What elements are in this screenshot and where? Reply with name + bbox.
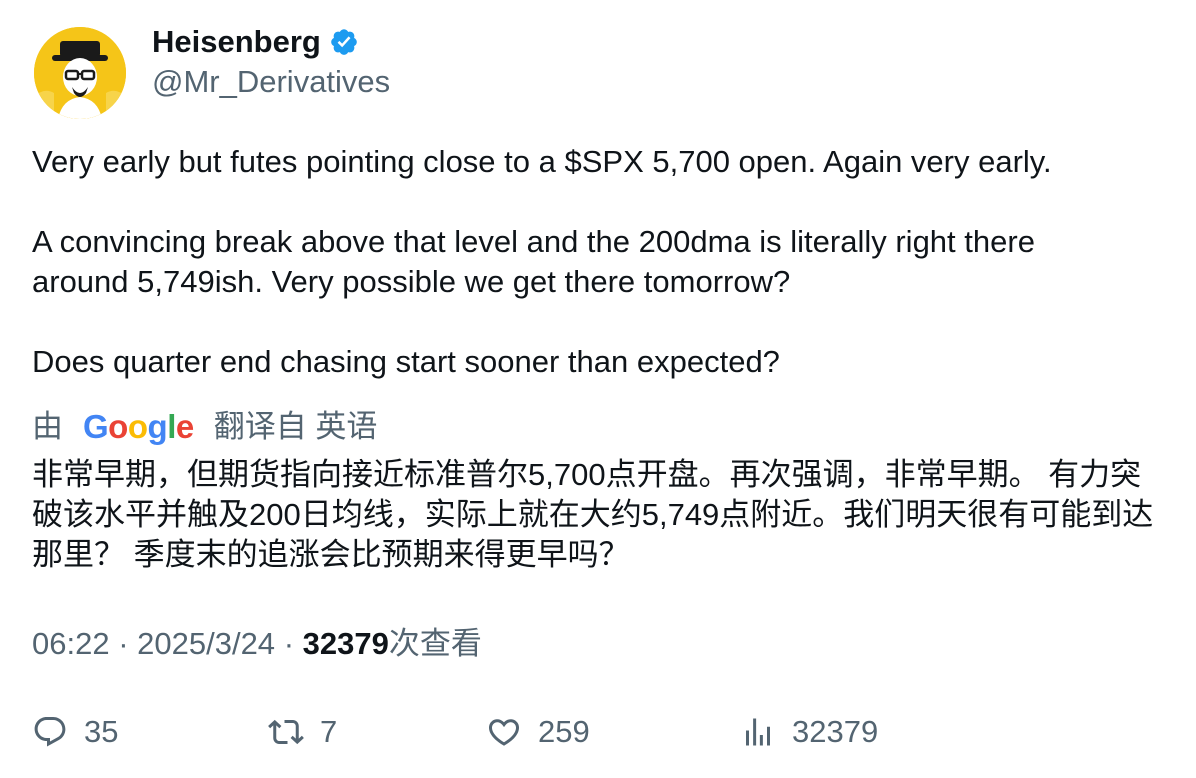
translation-suffix: 翻译自 英语 [213, 409, 378, 444]
translated-text: 非常早期，但期货指向接近标准普尔5,700点开盘。再次强调，非常早期。 有力突破… [32, 457, 1154, 572]
tweet-paragraph: Does quarter end chasing start sooner th… [32, 344, 780, 379]
retweet-icon [268, 719, 304, 745]
heart-icon [488, 719, 520, 746]
translation-attribution[interactable]: 由 Google 翻译自 英语 [32, 407, 377, 447]
tweet-paragraph: A convincing break above that level and … [32, 224, 1035, 299]
views-count: 32379 [792, 714, 879, 749]
author-name[interactable]: Heisenberg [152, 24, 359, 60]
google-logo: Google [83, 408, 194, 445]
action-bar: 35 7 259 32379 [32, 710, 1172, 754]
reply-icon [34, 717, 66, 747]
like-button[interactable]: 259 [486, 710, 590, 754]
retweet-count: 7 [320, 714, 338, 749]
avatar[interactable] [34, 27, 126, 119]
separator: · [118, 626, 138, 661]
verified-badge-icon[interactable] [329, 27, 359, 57]
tweet-text: Very early but futes pointing close to a… [32, 142, 1172, 382]
view-count-label: 次查看 [388, 626, 482, 661]
author-handle[interactable]: @Mr_Derivatives [152, 64, 390, 100]
retweet-button[interactable]: 7 [268, 710, 337, 754]
reply-count: 35 [84, 714, 119, 749]
reply-button[interactable]: 35 [32, 710, 118, 754]
tweet-date[interactable]: 2025/3/24 [137, 626, 275, 661]
tweet-meta: 06:22 · 2025/3/24 · 32379次查看 [32, 624, 482, 664]
analytics-icon [746, 718, 770, 746]
tweet-paragraph: Very early but futes pointing close to a… [32, 144, 1052, 179]
view-count: 32379 [302, 626, 389, 661]
separator: · [283, 626, 303, 661]
tweet-time[interactable]: 06:22 [32, 626, 110, 661]
heisenberg-avatar-icon [34, 27, 126, 119]
author-name-text: Heisenberg [152, 24, 321, 59]
translation-prefix: 由 [32, 409, 63, 444]
like-count: 259 [538, 714, 590, 749]
views-button[interactable]: 32379 [740, 710, 878, 754]
